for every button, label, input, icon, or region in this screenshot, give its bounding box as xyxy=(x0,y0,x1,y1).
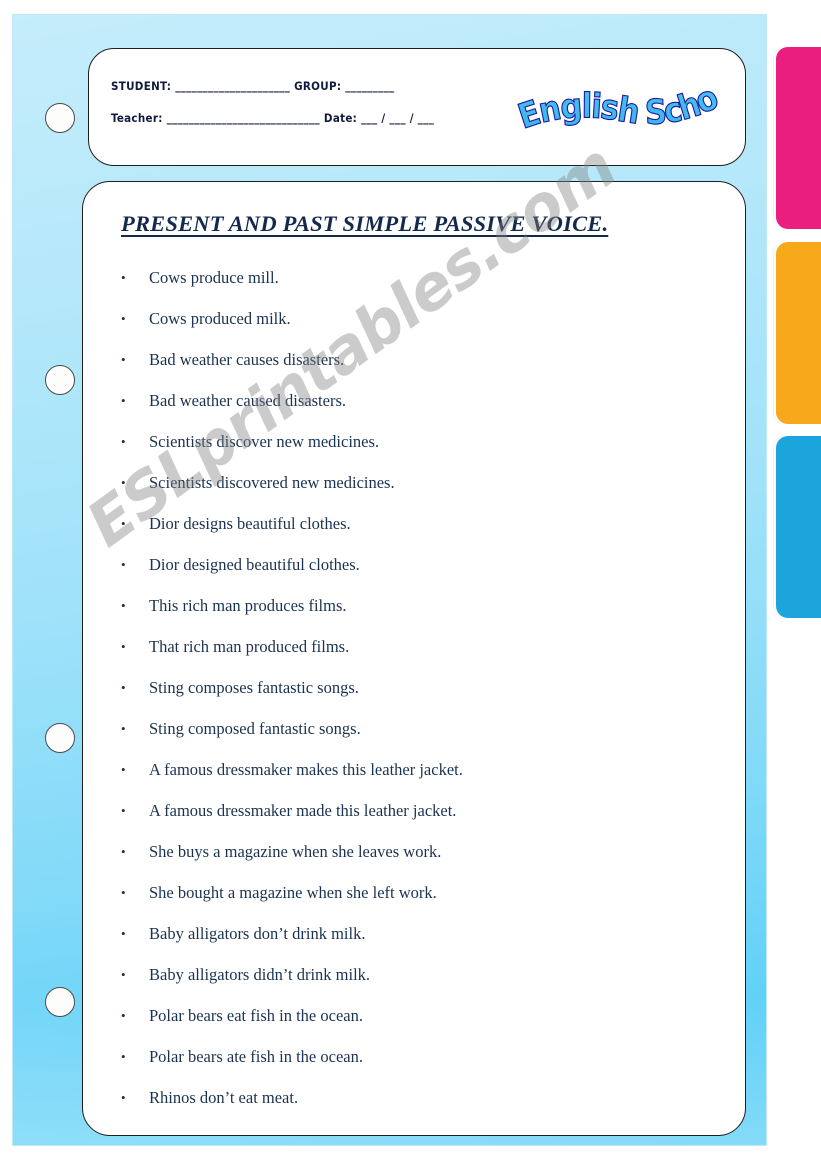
list-item: • Baby alligators didn’t drink milk. xyxy=(119,954,725,995)
student-group-row: STUDENT: _____________________ GROUP: _____… xyxy=(111,79,395,93)
list-item: • Polar bears ate fish in the ocean. xyxy=(119,1036,725,1077)
bullet-icon: • xyxy=(121,967,126,982)
bullet-icon: • xyxy=(121,516,126,531)
group-blank-line[interactable]: _________ xyxy=(345,79,394,93)
bullet-icon: • xyxy=(121,721,126,736)
sentence-text: Rhinos don’t eat meat. xyxy=(149,1088,299,1107)
exercise-card: PRESENT AND PAST SIMPLE PASSIVE VOICE. •… xyxy=(82,181,746,1136)
list-item: • Baby alligators don’t drink milk. xyxy=(119,913,725,954)
list-item: • This rich man produces films. xyxy=(119,585,725,626)
list-item: • Sting composed fantastic songs. xyxy=(119,708,725,749)
sentence-text: Scientists discover new medicines. xyxy=(149,432,380,451)
bullet-icon: • xyxy=(121,393,126,408)
bullet-icon: • xyxy=(121,557,126,572)
sentence-text: Baby alligators don’t drink milk. xyxy=(149,924,366,943)
list-item: • She bought a magazine when she left wor… xyxy=(119,872,725,913)
punch-hole xyxy=(45,723,75,753)
svg-text:English School: English School xyxy=(517,61,724,137)
list-item: • A famous dressmaker made this leather j… xyxy=(119,790,725,831)
worksheet-page: STUDENT: _____________________ GROUP: _____… xyxy=(0,0,821,1169)
list-item: • A famous dressmaker makes this leather … xyxy=(119,749,725,790)
student-blank-line[interactable]: _____________________ xyxy=(175,79,290,93)
bullet-icon: • xyxy=(121,1090,126,1105)
punch-hole xyxy=(45,365,75,395)
bullet-icon: • xyxy=(121,270,126,285)
bullet-icon: • xyxy=(121,434,126,449)
date-blank-line[interactable]: ___ / ___ / ___ xyxy=(361,111,434,125)
list-item: • That rich man produced films. xyxy=(119,626,725,667)
list-item: • Dior designs beautiful clothes. xyxy=(119,503,725,544)
sentence-text: Cows produced milk. xyxy=(149,309,291,328)
bullet-icon: • xyxy=(121,311,126,326)
list-item: • Bad weather causes disasters. xyxy=(119,339,725,380)
teacher-date-row: Teacher: ____________________________ Date… xyxy=(111,111,434,125)
sentence-text: That rich man produced films. xyxy=(149,637,350,656)
sentence-text: Bad weather caused disasters. xyxy=(149,391,347,410)
punch-hole xyxy=(45,987,75,1017)
date-label: Date: xyxy=(323,111,358,125)
sentence-text: Sting composes fantastic songs. xyxy=(149,678,359,697)
divider-tab-blue xyxy=(774,434,821,620)
sentence-text: Sting composed fantastic songs. xyxy=(149,719,361,738)
bullet-icon: • xyxy=(121,885,126,900)
divider-tab-pink xyxy=(774,45,821,231)
list-item: • Polar bears eat fish in the ocean. xyxy=(119,995,725,1036)
bullet-icon: • xyxy=(121,1008,126,1023)
list-item: • Bad weather caused disasters. xyxy=(119,380,725,421)
sentence-text: Scientists discovered new medicines. xyxy=(149,473,395,492)
student-label: STUDENT: xyxy=(111,79,172,93)
bullet-icon: • xyxy=(121,598,126,613)
teacher-label: Teacher: xyxy=(111,111,163,125)
page-title: PRESENT AND PAST SIMPLE PASSIVE VOICE. xyxy=(121,211,609,236)
sentence-text: Bad weather causes disasters. xyxy=(149,350,345,369)
teacher-blank-line[interactable]: ____________________________ xyxy=(167,111,320,125)
sentence-text: Polar bears eat fish in the ocean. xyxy=(149,1006,363,1025)
punch-hole xyxy=(45,103,75,133)
bullet-icon: • xyxy=(121,803,126,818)
bullet-icon: • xyxy=(121,762,126,777)
list-item: • Scientists discovered new medicines. xyxy=(119,462,725,503)
group-label: GROUP: xyxy=(294,79,342,93)
sentence-text: She buys a magazine when she leaves work… xyxy=(149,842,442,861)
list-item: • Sting composes fantastic songs. xyxy=(119,667,725,708)
bullet-icon: • xyxy=(121,1049,126,1064)
sentence-text: She bought a magazine when she left work… xyxy=(149,883,437,902)
sentence-list: • Cows produce mill. • Cows produced milk.… xyxy=(119,257,725,1118)
list-item: • Cows produce mill. xyxy=(119,257,725,298)
list-item: • Scientists discover new medicines. xyxy=(119,421,725,462)
list-item: • Rhinos don’t eat meat. xyxy=(119,1077,725,1118)
sentence-text: Baby alligators didn’t drink milk. xyxy=(149,965,371,984)
list-item: • Dior designed beautiful clothes. xyxy=(119,544,725,585)
sentence-text: A famous dressmaker made this leather ja… xyxy=(149,801,457,820)
english-school-logo: English School English School English Sc… xyxy=(517,61,727,153)
bullet-icon: • xyxy=(121,844,126,859)
sentence-text: Cows produce mill. xyxy=(149,268,279,287)
divider-tab-orange xyxy=(774,240,821,426)
bullet-icon: • xyxy=(121,639,126,654)
bullet-icon: • xyxy=(121,926,126,941)
student-info-card: STUDENT: _____________________ GROUP: _____… xyxy=(88,48,746,166)
list-item: • Cows produced milk. xyxy=(119,298,725,339)
sentence-text: Dior designs beautiful clothes. xyxy=(149,514,351,533)
bullet-icon: • xyxy=(121,680,126,695)
bullet-icon: • xyxy=(121,352,126,367)
sentence-text: This rich man produces films. xyxy=(149,596,347,615)
sentence-text: Dior designed beautiful clothes. xyxy=(149,555,360,574)
bullet-icon: • xyxy=(121,475,126,490)
sentence-text: Polar bears ate fish in the ocean. xyxy=(149,1047,363,1066)
list-item: • She buys a magazine when she leaves wor… xyxy=(119,831,725,872)
sentence-text: A famous dressmaker makes this leather j… xyxy=(149,760,463,779)
